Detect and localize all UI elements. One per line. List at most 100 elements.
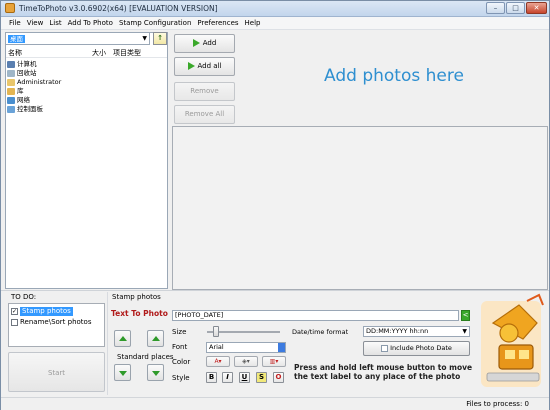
todo-rename-sort[interactable]: Rename\Sort photos <box>11 318 91 327</box>
menu-add-to-photo[interactable]: Add To Photo <box>65 17 116 29</box>
add-all-button[interactable]: Add all <box>174 57 235 76</box>
add-all-button-label: Add all <box>197 62 222 70</box>
menu-view[interactable]: View <box>24 17 47 29</box>
outline-button[interactable]: O <box>273 372 284 383</box>
font-value: Arial <box>209 343 224 351</box>
move-down-right-button[interactable] <box>147 364 164 381</box>
start-button[interactable]: Start <box>8 352 105 392</box>
explorer-column-header: 名称 大小 项目类型 <box>6 47 167 58</box>
column-name[interactable]: 名称 <box>8 48 22 58</box>
bold-button[interactable]: B <box>206 372 217 383</box>
chevron-down-icon: ▼ <box>462 328 467 335</box>
stamp-text-input[interactable]: [PHOTO_DATE] <box>172 310 459 321</box>
library-icon <box>7 88 15 95</box>
arrow-right-icon <box>192 39 200 47</box>
chevron-down-icon <box>278 343 285 352</box>
tree-item-label: 库 <box>17 87 24 95</box>
app-window: TimeToPhoto v3.0.6902(x64) [EVALUATION V… <box>0 0 550 410</box>
arrow-up-icon <box>152 336 160 341</box>
tree-item-control-panel[interactable]: 控制面板 <box>7 105 165 114</box>
datetime-format-dropdown[interactable]: DD:MM:YYYY hh:nn ▼ <box>363 326 470 337</box>
add-photos-hint: Add photos here <box>324 66 464 86</box>
underline-button[interactable]: U <box>239 372 250 383</box>
app-icon <box>5 3 15 13</box>
folder-up-button[interactable]: ↑ <box>153 32 167 45</box>
column-type[interactable]: 项目类型 <box>113 48 141 58</box>
menu-list[interactable]: List <box>46 17 64 29</box>
todo-list: ✓ Stamp photos Rename\Sort photos <box>8 303 105 347</box>
mascot-illustration <box>481 293 544 387</box>
datetime-format-value: DD:MM:YYYY hh:nn <box>366 327 429 335</box>
tree-item-administrator[interactable]: Administrator <box>7 78 165 87</box>
tree-item-computer[interactable]: 计算机 <box>7 60 165 69</box>
style-label: Style <box>172 374 190 382</box>
computer-icon <box>7 61 15 68</box>
control-panel-icon <box>7 106 15 113</box>
arrow-right-icon <box>187 62 195 70</box>
tree-item-label: 计算机 <box>17 60 37 68</box>
tree-item-recycle-bin[interactable]: 回收站 <box>7 69 165 78</box>
close-button[interactable]: ✕ <box>526 2 547 14</box>
include-photo-date-button[interactable]: Include Photo Date <box>363 341 470 356</box>
location-dropdown[interactable]: 桌面 ▼ <box>5 32 150 45</box>
size-label: Size <box>172 328 187 336</box>
minimize-button[interactable]: – <box>486 2 505 14</box>
tree-item-label: 控制面板 <box>17 105 43 113</box>
calendar-icon <box>381 344 389 352</box>
maximize-button[interactable]: □ <box>506 2 525 14</box>
add-button[interactable]: Add <box>174 34 235 53</box>
arrow-up-icon <box>119 336 127 341</box>
checkbox-unchecked[interactable] <box>11 319 18 326</box>
text-color-button[interactable]: A▾ <box>206 356 230 367</box>
window-title: TimeToPhoto v3.0.6902(x64) [EVALUATION V… <box>19 4 218 13</box>
insert-tag-button[interactable]: < <box>461 310 470 321</box>
add-button-label: Add <box>202 39 217 47</box>
arrow-down-icon <box>119 371 127 376</box>
text-to-photo-label: Text To Photo <box>111 309 168 318</box>
explorer-tree: 计算机 回收站 Administrator 库 网络 控制面板 <box>7 60 165 114</box>
arrow-down-icon <box>152 371 160 376</box>
column-size[interactable]: 大小 <box>92 48 106 58</box>
user-folder-icon <box>7 79 15 86</box>
menu-help[interactable]: Help <box>242 17 264 29</box>
italic-button[interactable]: I <box>222 372 233 383</box>
menu-bar: File View List Add To Photo Stamp Configurat… <box>1 17 549 30</box>
files-to-process: Files to process: 0 <box>466 400 529 408</box>
chevron-down-icon: ▼ <box>142 35 147 42</box>
move-up-left-button[interactable] <box>114 330 131 347</box>
move-label-hint: Press and hold left mouse button to move… <box>294 363 473 381</box>
move-up-right-button[interactable] <box>147 330 164 347</box>
vertical-divider <box>107 292 108 395</box>
remove-all-button[interactable]: Remove All <box>174 105 235 124</box>
menu-stamp-configuration[interactable]: Stamp Configuration <box>116 17 194 29</box>
checkbox-checked[interactable]: ✓ <box>11 308 18 315</box>
remove-button[interactable]: Remove <box>174 82 235 101</box>
shadow-color-button[interactable]: ▥▾ <box>262 356 286 367</box>
todo-item-label: Stamp photos <box>20 307 73 316</box>
section-divider <box>1 290 549 291</box>
tree-item-network[interactable]: 网络 <box>7 96 165 105</box>
fill-color-button[interactable]: ◈▾ <box>234 356 258 367</box>
network-icon <box>7 97 15 104</box>
include-photo-date-label: Include Photo Date <box>390 344 452 352</box>
tree-item-library[interactable]: 库 <box>7 87 165 96</box>
photo-list[interactable] <box>172 126 548 290</box>
font-dropdown[interactable]: Arial <box>206 342 286 353</box>
stamp-section-label: Stamp photos <box>112 293 161 301</box>
size-slider-thumb[interactable] <box>213 326 219 337</box>
datetime-format-label: Date/time format <box>292 328 349 336</box>
tree-item-label: Administrator <box>17 78 62 86</box>
location-value: 桌面 <box>8 35 25 43</box>
tree-item-label: 回收站 <box>17 69 37 77</box>
todo-stamp-photos[interactable]: ✓ Stamp photos <box>11 307 73 316</box>
standard-places-label: Standard places <box>117 353 174 361</box>
todo-item-label: Rename\Sort photos <box>20 318 92 326</box>
tree-item-label: 网络 <box>17 96 30 104</box>
menu-preferences[interactable]: Preferences <box>194 17 241 29</box>
color-label: Color <box>172 358 191 366</box>
status-bar: Files to process: 0 <box>1 397 549 410</box>
shadow-button[interactable]: S <box>256 372 267 383</box>
move-down-left-button[interactable] <box>114 364 131 381</box>
title-bar: TimeToPhoto v3.0.6902(x64) [EVALUATION V… <box>1 1 549 17</box>
menu-file[interactable]: File <box>6 17 24 29</box>
